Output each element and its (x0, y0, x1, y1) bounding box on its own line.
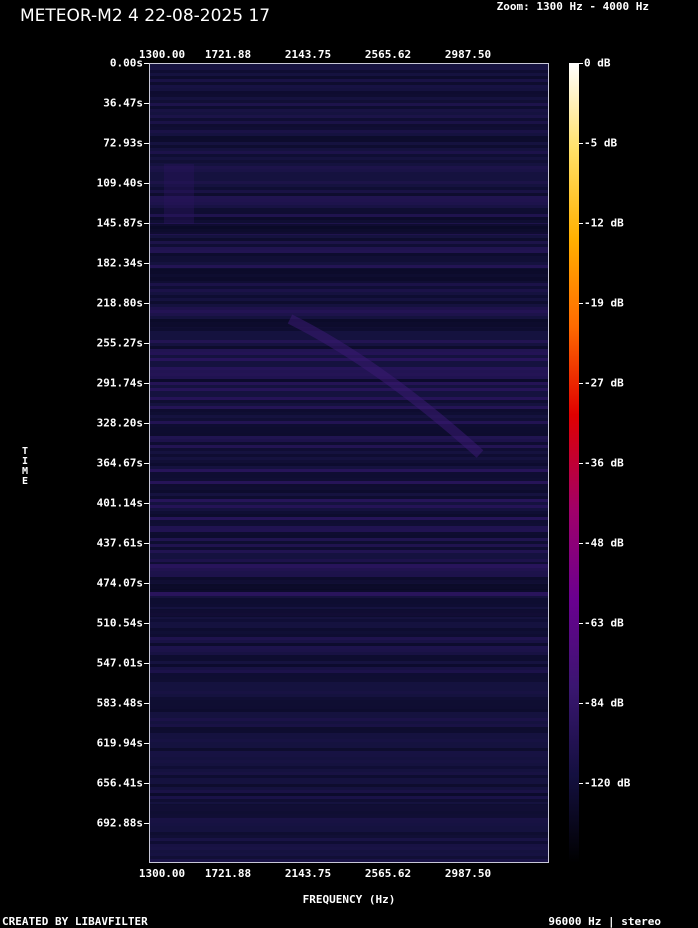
x-tick-label-top: 2565.62 (364, 48, 412, 61)
x-tick-label-top: 2987.50 (444, 48, 492, 61)
footer-samplerate: 96000 Hz | stereo (548, 915, 661, 928)
x-tick-label-top: 2143.75 (284, 48, 332, 61)
y-tick-label: 401.14s (96, 496, 143, 510)
colorbar-tick-label: -48 dB (584, 536, 624, 550)
y-tick-label: 547.01s (96, 656, 143, 670)
colorbar-tick-label: -19 dB (584, 296, 624, 310)
y-tick-label: 109.40s (96, 176, 143, 190)
colorbar-tick-mark (579, 463, 583, 464)
colorbar-tick-label: -84 dB (584, 696, 624, 710)
colorbar-tick-label: -63 dB (584, 616, 624, 630)
spectrogram-window: METEOR-M2 4 22-08-2025 17 Zoom: 1300 Hz … (0, 0, 698, 928)
x-tick-label-bot: 2143.75 (284, 867, 332, 880)
x-tick-label-top: 1721.88 (204, 48, 252, 61)
colorbar-tick-label: -120 dB (584, 776, 631, 790)
colorbar-tick-label: 0 dB (584, 56, 611, 70)
colorbar-tick-mark (579, 543, 583, 544)
y-axis-label: TIME (20, 447, 30, 487)
x-tick-label-bot: 2987.50 (444, 867, 492, 880)
x-tick-label-bot: 1300.00 (138, 867, 186, 880)
colorbar-tick-mark (579, 703, 583, 704)
y-tick-label: 182.34s (96, 256, 143, 270)
colorbar-tick-mark (579, 303, 583, 304)
footer-credit: CREATED BY LIBAVFILTER (2, 915, 148, 928)
colorbar-tick-mark (579, 63, 583, 64)
x-tick-label-top: 1300.00 (138, 48, 186, 61)
y-tick-label: 328.20s (96, 416, 143, 430)
colorbar-tick-mark (579, 383, 583, 384)
y-tick-label: 36.47s (103, 96, 143, 110)
spectrogram-plot (149, 63, 549, 863)
y-tick-label: 656.41s (96, 776, 143, 790)
colorbar-tick-label: -27 dB (584, 376, 624, 390)
x-tick-label-bot: 2565.62 (364, 867, 412, 880)
y-tick-label: 619.94s (96, 736, 143, 750)
spectrogram-image (150, 64, 548, 862)
y-tick-label: 255.27s (96, 336, 143, 350)
y-tick-label: 364.67s (96, 456, 143, 470)
colorbar-tick-mark (579, 223, 583, 224)
y-tick-label: 437.61s (96, 536, 143, 550)
y-tick-label: 145.87s (96, 216, 143, 230)
x-axis-label: FREQUENCY (Hz) (302, 893, 396, 906)
y-tick-label: 218.80s (96, 296, 143, 310)
y-tick-label: 72.93s (103, 136, 143, 150)
colorbar-tick-label: -12 dB (584, 216, 624, 230)
y-tick-label: 474.07s (96, 576, 143, 590)
colorbar (569, 63, 579, 863)
colorbar-tick-mark (579, 783, 583, 784)
colorbar-tick-mark (579, 143, 583, 144)
y-tick-label: 291.74s (96, 376, 143, 390)
colorbar-tick-label: -5 dB (584, 136, 618, 150)
zoom-readout: Zoom: 1300 Hz - 4000 Hz (496, 0, 649, 13)
y-tick-label: 510.54s (96, 616, 143, 630)
colorbar-tick-label: -36 dB (584, 456, 624, 470)
colorbar-tick-mark (579, 623, 583, 624)
y-tick-label: 0.00s (109, 56, 143, 70)
page-title: METEOR-M2 4 22-08-2025 17 (20, 6, 271, 26)
x-tick-label-bot: 1721.88 (204, 867, 252, 880)
y-axis-label-char: E (21, 476, 29, 487)
y-tick-label: 583.48s (96, 696, 143, 710)
y-tick-label: 692.88s (96, 816, 143, 830)
